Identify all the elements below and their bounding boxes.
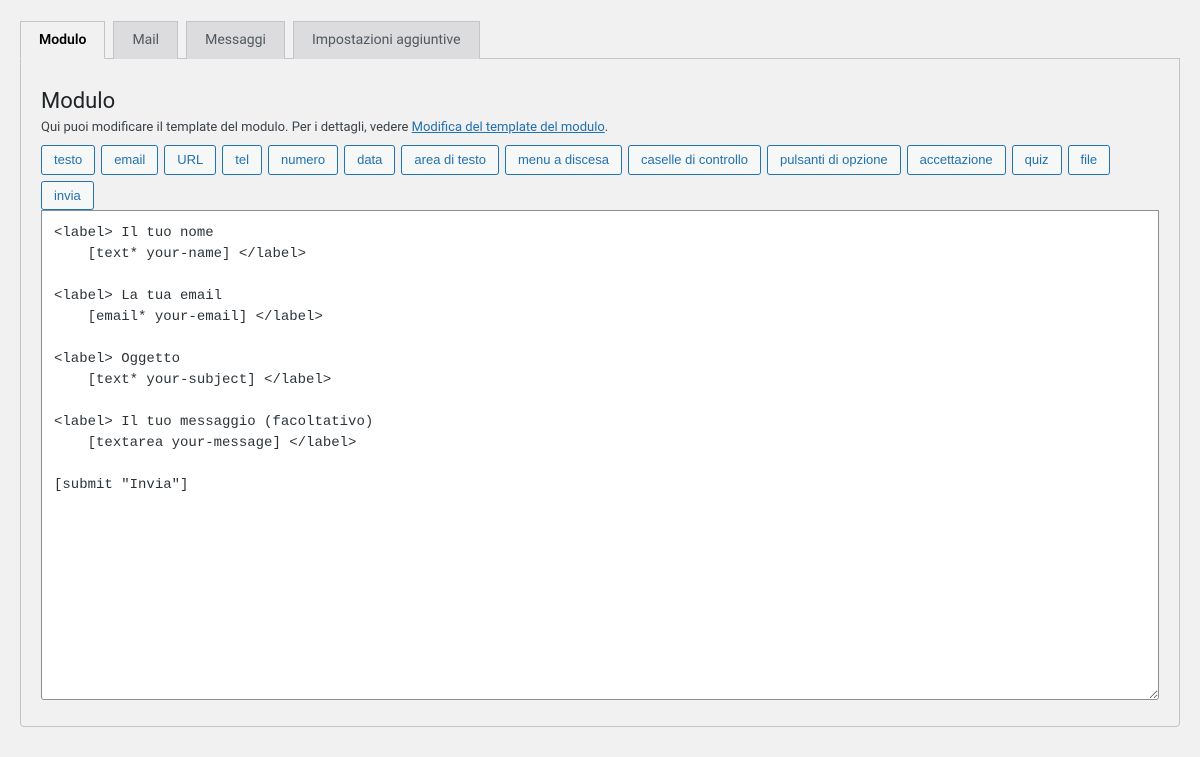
tag-button-url[interactable]: URL <box>164 145 216 175</box>
tag-button-accettazione[interactable]: accettazione <box>907 145 1006 175</box>
tag-button-email[interactable]: email <box>101 145 158 175</box>
tag-button-menu-a-discesa[interactable]: menu a discesa <box>505 145 622 175</box>
panel-modulo: Modulo Qui puoi modificare il template d… <box>20 58 1180 727</box>
desc-text: Qui puoi modificare il template del modu… <box>41 120 412 135</box>
tag-button-quiz[interactable]: quiz <box>1012 145 1062 175</box>
tag-button-file[interactable]: file <box>1068 145 1111 175</box>
tag-button-invia[interactable]: invia <box>41 181 94 211</box>
tag-button-pulsanti-di-opzione[interactable]: pulsanti di opzione <box>767 145 901 175</box>
tag-button-data[interactable]: data <box>344 145 395 175</box>
tag-button-testo[interactable]: testo <box>41 145 95 175</box>
section-heading: Modulo <box>41 89 1159 114</box>
tab-bar: Modulo Mail Messaggi Impostazioni aggiun… <box>20 21 1180 59</box>
desc-suffix: . <box>605 120 608 135</box>
tag-button-area-di-testo[interactable]: area di testo <box>401 145 499 175</box>
tab-modulo[interactable]: Modulo <box>20 21 105 59</box>
tab-messaggi[interactable]: Messaggi <box>186 21 285 59</box>
tab-impostazioni-aggiuntive[interactable]: Impostazioni aggiuntive <box>293 21 480 59</box>
form-template-textarea[interactable] <box>41 210 1159 700</box>
section-description: Qui puoi modificare il template del modu… <box>41 120 1159 135</box>
desc-link[interactable]: Modifica del template del modulo <box>412 120 605 135</box>
tag-button-tel[interactable]: tel <box>222 145 262 175</box>
tag-generator-row: testo email URL tel numero data area di … <box>41 145 1159 210</box>
tag-button-caselle-di-controllo[interactable]: caselle di controllo <box>628 145 761 175</box>
tag-button-numero[interactable]: numero <box>268 145 338 175</box>
tab-mail[interactable]: Mail <box>113 21 178 59</box>
